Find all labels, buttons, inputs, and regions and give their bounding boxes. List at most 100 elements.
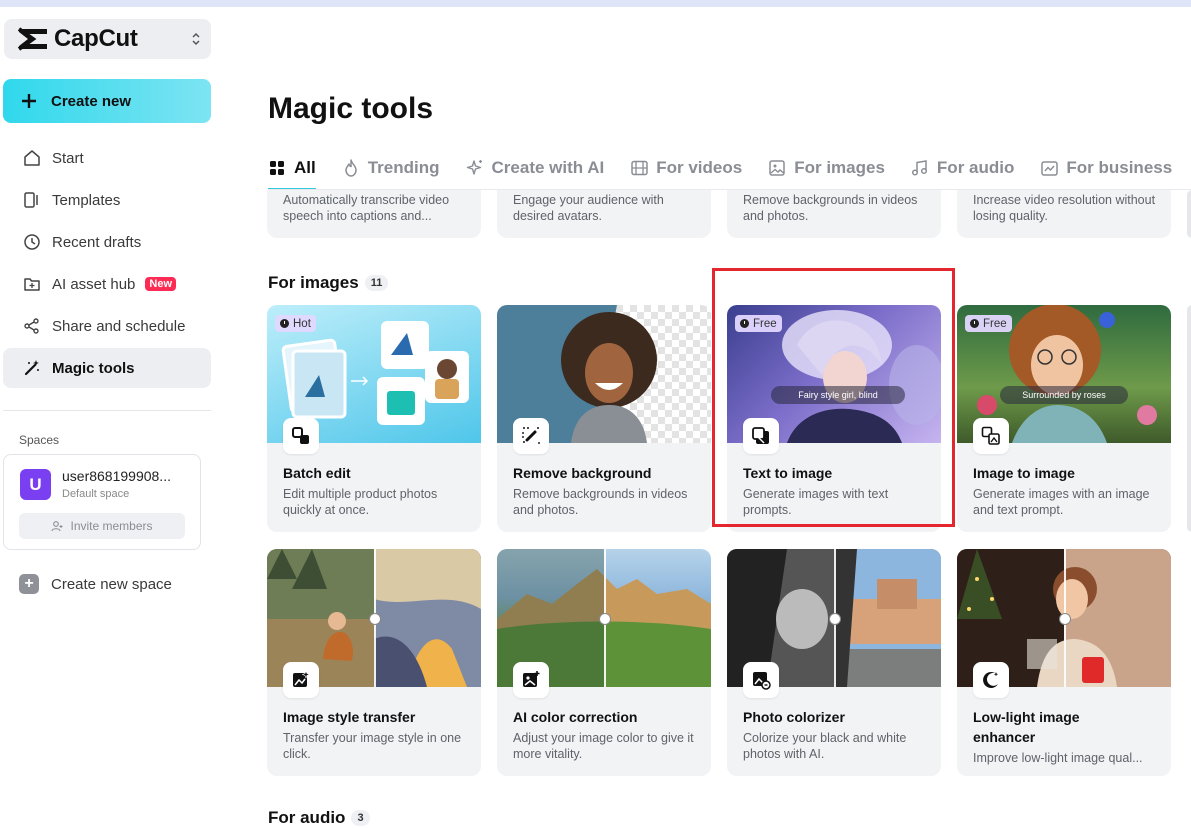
section-title-label: For images (268, 273, 359, 292)
tool-card-partial[interactable]: Increase video resolution without losing… (957, 190, 1171, 238)
tab-all[interactable]: All (268, 154, 316, 190)
sidebar-divider (3, 410, 211, 411)
spaces-heading: Spaces (19, 433, 60, 447)
tab-for-videos[interactable]: For videos (630, 154, 742, 182)
tool-card-photo-colorizer[interactable]: Photo colorizer Colorize your black and … (727, 549, 941, 776)
tool-card-desc: Automatically transcribe video speech in… (283, 193, 450, 223)
category-tabs: All Trending Create with AI For videos F… (268, 154, 1191, 190)
sparkle-icon (466, 159, 484, 177)
tab-label: Create with AI (491, 158, 605, 177)
tool-card-desc: Increase video resolution without losing… (973, 193, 1156, 223)
tab-label: For images (794, 158, 885, 177)
film-icon (630, 159, 648, 177)
create-new-button[interactable]: Create new (3, 79, 211, 123)
tool-card-title: Photo colorizer (743, 709, 845, 725)
sidebar-item-label: Magic tools (52, 359, 135, 377)
clock-icon (280, 319, 289, 328)
tab-for-business[interactable]: For business (1040, 154, 1172, 182)
tool-card-desc: Transfer your image style in one click. (283, 731, 462, 761)
tool-card-partial[interactable]: Engage your audience with desired avatar… (497, 190, 711, 238)
plus-icon: + (19, 574, 39, 594)
invite-members-button[interactable]: Invite members (19, 513, 185, 539)
space-type: Default space (62, 488, 130, 500)
tool-card-title: Remove background (513, 465, 652, 481)
new-badge: New (145, 277, 177, 291)
compare-slider-handle (829, 613, 841, 625)
plus-icon (22, 94, 36, 108)
batch-edit-icon (283, 418, 319, 454)
section-title-for-images: For images 11 (268, 273, 389, 293)
tab-create-with-ai[interactable]: Create with AI (466, 154, 605, 182)
app-name: CapCut (54, 25, 138, 52)
section-count: 3 (351, 810, 370, 826)
tab-trending[interactable]: Trending (342, 154, 440, 182)
sidebar-nav: Start Templates Recent drafts AI asset h… (3, 138, 211, 390)
image-icon (768, 159, 786, 177)
sidebar-item-label: AI asset hub (52, 275, 136, 293)
tab-label: For videos (656, 158, 743, 177)
style-transfer-icon (283, 662, 319, 698)
tab-label: Trending (367, 158, 440, 177)
music-icon (911, 159, 929, 177)
highlight-box (712, 268, 955, 527)
sidebar: CapCut Create new Start Templates Recent… (0, 7, 222, 820)
low-light-icon (973, 662, 1009, 698)
tab-label: For business (1066, 158, 1173, 177)
sidebar-item-start[interactable]: Start (3, 138, 211, 178)
tool-card-batch-edit[interactable]: Hot Batch edit Edit multiple product pho… (267, 305, 481, 532)
grid-icon (268, 159, 286, 177)
asset-hub-icon (22, 274, 42, 294)
section-count: 11 (364, 275, 389, 291)
space-card[interactable]: U user868199908... Default space Invite … (3, 454, 201, 550)
prompt-preview: Surrounded by roses (1000, 386, 1128, 404)
remove-bg-icon (513, 418, 549, 454)
section-title-for-audio: For audio 3 (268, 808, 370, 828)
flame-icon (342, 159, 360, 177)
colorizer-icon (743, 662, 779, 698)
create-new-space-button[interactable]: + Create new space (19, 574, 172, 594)
compare-slider-handle (369, 613, 381, 625)
create-new-space-label: Create new space (51, 575, 172, 593)
create-new-label: Create new (51, 92, 132, 110)
tool-card-remove-background[interactable]: Remove background Remove backgrounds in … (497, 305, 711, 532)
free-badge: Free (965, 315, 1012, 332)
tool-card-title: Batch edit (283, 465, 351, 481)
magic-wand-icon (22, 358, 42, 378)
sidebar-item-label: Share and schedule (52, 317, 186, 335)
tool-card-desc: Remove backgrounds in videos and photos. (513, 487, 688, 517)
capcut-logo-icon (17, 27, 47, 51)
tool-card-image-to-image[interactable]: Free Surrounded by roses Image to image … (957, 305, 1171, 532)
tool-card-desc: Improve low-light image qual... (973, 751, 1143, 765)
tab-label: For audio (936, 158, 1015, 177)
compare-slider-handle (599, 613, 611, 625)
tool-card-offscreen (1187, 305, 1191, 532)
top-strip (0, 0, 1191, 7)
compare-slider-handle (1059, 613, 1071, 625)
sidebar-item-share-and-schedule[interactable]: Share and schedule (3, 306, 211, 346)
chevron-updown-icon (192, 32, 200, 46)
tool-card-partial[interactable]: Automatically transcribe video speech in… (267, 190, 481, 238)
tool-card-desc: Colorize your black and white photos wit… (743, 731, 907, 761)
add-user-icon (51, 521, 63, 532)
sidebar-item-magic-tools[interactable]: Magic tools (3, 348, 211, 388)
tool-card-desc: Engage your audience with desired avatar… (513, 193, 664, 223)
business-icon (1040, 159, 1058, 177)
tool-card-ai-color-correction[interactable]: AI color correction Adjust your image co… (497, 549, 711, 776)
image-to-image-icon (973, 418, 1009, 454)
workspace-switcher[interactable]: CapCut (4, 19, 211, 59)
space-user-name: user868199908... (62, 468, 171, 484)
invite-members-label: Invite members (70, 519, 153, 533)
tool-card-offscreen (1187, 190, 1191, 238)
share-icon (22, 316, 42, 336)
tool-card-image-style-transfer[interactable]: Image style transfer Transfer your image… (267, 549, 481, 776)
tool-card-desc: Adjust your image color to give it more … (513, 731, 694, 761)
sidebar-item-ai-asset-hub[interactable]: AI asset hub New (3, 264, 211, 304)
tool-card-low-light-image-enhancer[interactable]: Low-light image enhancer Improve low-lig… (957, 549, 1171, 776)
avatar: U (20, 469, 51, 500)
tab-for-audio[interactable]: For audio (911, 154, 1014, 182)
tool-card-partial[interactable]: Remove backgrounds in videos and photos. (727, 190, 941, 238)
tool-card-desc: Generate images with an image and text p… (973, 487, 1150, 517)
tab-for-images[interactable]: For images (768, 154, 885, 182)
sidebar-item-label: Start (52, 149, 84, 167)
partial-tools-row: Automatically transcribe video speech in… (0, 190, 1191, 238)
